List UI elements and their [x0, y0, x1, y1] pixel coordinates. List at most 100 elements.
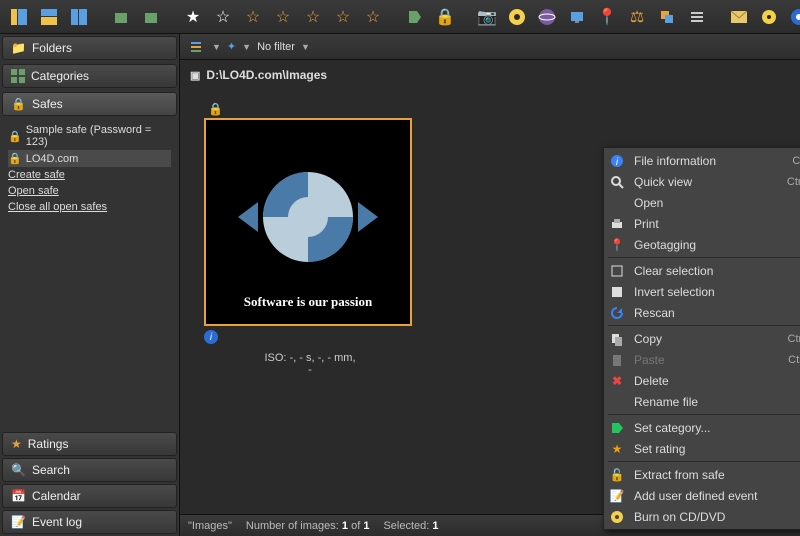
info-icon[interactable]: i	[204, 330, 218, 344]
filter-bar: ▼ ✦ ▼ No filter ▼	[180, 34, 800, 60]
chevron-down-icon[interactable]: ▼	[301, 42, 310, 52]
safe-item[interactable]: 🔒 Sample safe (Password = 123)	[8, 122, 171, 150]
paste-icon	[608, 351, 626, 369]
context-menu-label: Rename file	[634, 395, 798, 409]
sidebar-item-search[interactable]: 🔍 Search	[2, 458, 177, 482]
context-menu-item[interactable]: 🔓 Extract from safe	[604, 464, 800, 485]
lock-icon: 🔒	[8, 130, 22, 143]
monitor-button[interactable]	[564, 4, 590, 30]
blank-icon	[608, 194, 626, 212]
context-menu-label: Invert selection	[634, 285, 800, 299]
context-menu-item[interactable]: Invert selection	[604, 281, 800, 302]
view-layout-2-button[interactable]	[36, 4, 62, 30]
safes-content: 🔒 Sample safe (Password = 123) 🔒 LO4D.co…	[0, 118, 179, 223]
info-icon: i	[608, 152, 626, 170]
sidebar: 📁 Folders Categories 🔒 Safes 🔒 Sample sa…	[0, 34, 180, 536]
context-menu-item[interactable]: iFile informationCtrl+I	[604, 150, 800, 171]
collapse-icon[interactable]: ▣	[190, 69, 200, 82]
context-menu-separator	[608, 414, 800, 415]
eye-button[interactable]	[786, 4, 800, 30]
safe-item-selected[interactable]: 🔒 LO4D.com	[8, 150, 171, 167]
toolbar-button[interactable]	[138, 4, 164, 30]
burn-button[interactable]	[756, 4, 782, 30]
thumbnail-item[interactable]: 🔒 Software is our passion i ISO: -, - s,…	[204, 100, 416, 376]
stack-button[interactable]	[654, 4, 680, 30]
camera-button[interactable]: 📷	[474, 4, 500, 30]
main-toolbar: ★ ☆ ☆ ☆ ☆ ☆ ☆ 🔒 📷 📍 ⚖	[0, 0, 800, 34]
context-menu-item[interactable]: 📝Add user defined event	[604, 485, 800, 506]
context-menu-item[interactable]: ★Set rating▶	[604, 438, 800, 459]
star-half-icon[interactable]: ☆	[210, 4, 236, 30]
context-menu-item: PasteCtrl+V	[604, 349, 800, 370]
tag-icon	[608, 419, 626, 437]
open-safe-link[interactable]: Open safe	[8, 185, 59, 197]
star-outline-icon[interactable]: ☆	[270, 4, 296, 30]
star-outline-icon[interactable]: ☆	[360, 4, 386, 30]
view-layout-1-button[interactable]	[6, 4, 32, 30]
view-layout-3-button[interactable]	[66, 4, 92, 30]
thumbnail-image[interactable]: Software is our passion	[204, 118, 412, 326]
context-menu-label: Geotagging	[634, 238, 800, 252]
context-menu-item[interactable]: ✖Delete	[604, 370, 800, 391]
star-icon: ★	[11, 437, 22, 451]
context-menu-label: Extract from safe	[634, 468, 800, 482]
search-icon: 🔍	[11, 463, 26, 477]
sidebar-item-ratings[interactable]: ★ Ratings	[2, 432, 177, 456]
search-icon	[608, 173, 626, 191]
context-menu-label: Rescan	[634, 306, 800, 320]
sidebar-item-folders[interactable]: 📁 Folders	[2, 36, 177, 60]
tag-button[interactable]	[402, 4, 428, 30]
create-safe-link[interactable]: Create safe	[8, 169, 65, 181]
close-all-safes-link[interactable]: Close all open safes	[8, 201, 107, 213]
sliders-button[interactable]	[684, 4, 710, 30]
sidebar-item-safes[interactable]: 🔒 Safes	[2, 92, 177, 116]
context-menu-item[interactable]: Clear selection	[604, 260, 800, 281]
categories-icon	[11, 69, 25, 83]
context-menu-separator	[608, 325, 800, 326]
context-menu-item[interactable]: Open▶	[604, 192, 800, 213]
context-menu-separator	[608, 257, 800, 258]
path-text: D:\LO4D.com\Images	[206, 68, 327, 82]
sidebar-item-categories[interactable]: Categories	[2, 64, 177, 88]
context-menu-separator	[608, 461, 800, 462]
lock-icon: 🔒	[11, 97, 26, 111]
lock-button[interactable]: 🔒	[432, 4, 458, 30]
scales-button[interactable]: ⚖	[624, 4, 650, 30]
disc-button[interactable]	[504, 4, 530, 30]
context-menu-label: Burn on CD/DVD	[634, 510, 800, 524]
context-menu-item[interactable]: 📍Geotagging▶	[604, 234, 800, 255]
context-menu-item[interactable]: Rename fileF2	[604, 391, 800, 412]
globe-button[interactable]	[534, 4, 560, 30]
chevron-down-icon[interactable]: ▼	[212, 42, 221, 52]
context-menu-item[interactable]: Rescan	[604, 302, 800, 323]
unlock-icon: 🔓	[608, 466, 626, 484]
context-menu-item[interactable]: Burn on CD/DVD	[604, 506, 800, 527]
copy-icon	[608, 330, 626, 348]
sidebar-item-label: Event log	[32, 515, 82, 529]
context-menu-item[interactable]: Set category...	[604, 417, 800, 438]
star-outline-icon[interactable]: ☆	[330, 4, 356, 30]
star-outline-icon[interactable]: ☆	[240, 4, 266, 30]
sidebar-item-label: Safes	[32, 97, 63, 111]
context-menu-item[interactable]: Print	[604, 213, 800, 234]
context-menu-label: Open	[634, 196, 800, 210]
plus-icon[interactable]: ✦	[227, 40, 236, 53]
context-menu-label: Paste	[634, 353, 780, 367]
mail-button[interactable]	[726, 4, 752, 30]
context-menu-label: Add user defined event	[634, 489, 800, 503]
disc-icon	[608, 508, 626, 526]
chevron-down-icon[interactable]: ▼	[242, 42, 251, 52]
content-area: ▼ ✦ ▼ No filter ▼ ▣ D:\LO4D.com\Images 🔒	[180, 34, 800, 536]
star-outline-icon[interactable]: ☆	[300, 4, 326, 30]
toolbar-rating-group: ★ ☆ ☆ ☆ ☆ ☆ ☆	[180, 4, 386, 30]
filter-button[interactable]	[186, 37, 206, 57]
context-menu-item[interactable]: CopyCtrl+C	[604, 328, 800, 349]
sidebar-item-calendar[interactable]: 📅 Calendar	[2, 484, 177, 508]
map-pin-button[interactable]: 📍	[594, 4, 620, 30]
toolbar-button[interactable]	[108, 4, 134, 30]
sidebar-item-eventlog[interactable]: 📝 Event log	[2, 510, 177, 534]
context-menu-item[interactable]: Quick viewCtrl+Q	[604, 171, 800, 192]
blank-icon	[608, 393, 626, 411]
star-filled-icon[interactable]: ★	[180, 4, 206, 30]
context-menu-label: File information	[634, 154, 784, 168]
